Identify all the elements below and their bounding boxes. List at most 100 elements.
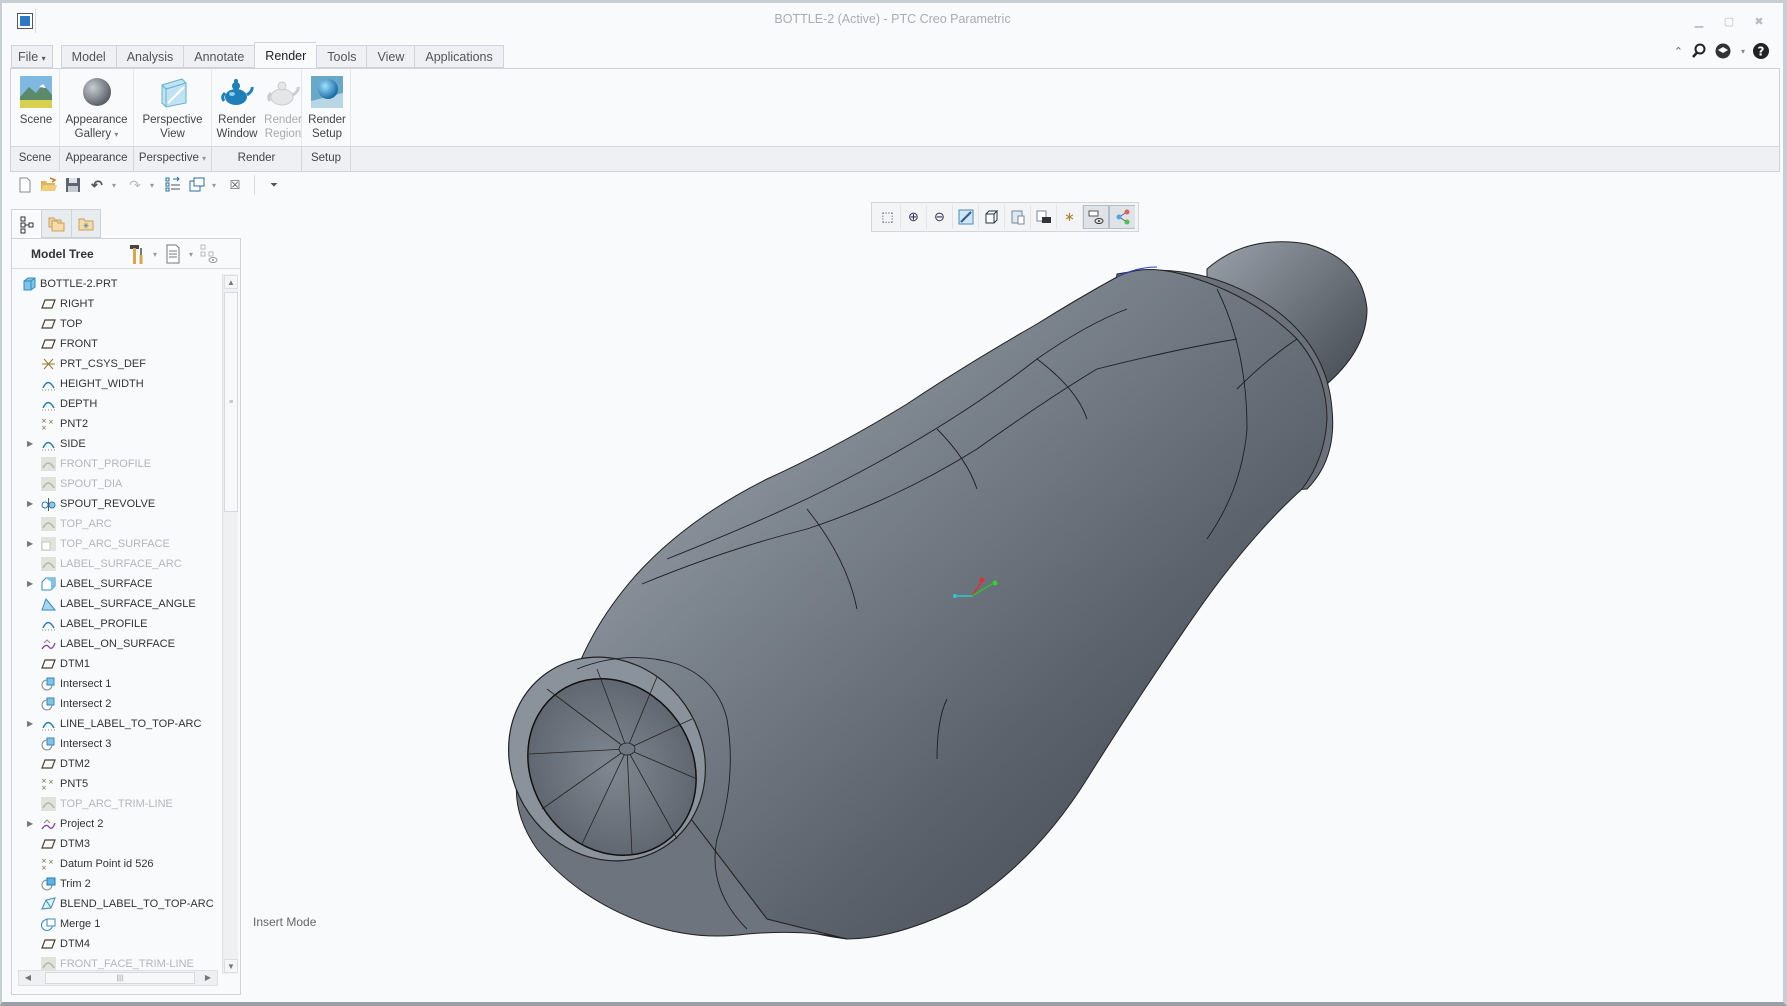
customize-toolbar-icon[interactable]: ⏷	[265, 176, 283, 194]
chevron-down-icon[interactable]: ▾	[112, 181, 120, 190]
open-folder-icon[interactable]	[40, 176, 58, 194]
group-label-perspective[interactable]: Perspective ▾	[134, 147, 212, 171]
scroll-right-icon[interactable]: ▶	[201, 971, 215, 985]
chevron-down-icon[interactable]: ▾	[153, 250, 157, 259]
expand-arrow-icon[interactable]: ▶	[27, 714, 33, 734]
save-icon[interactable]	[64, 176, 82, 194]
tree-item[interactable]: HEIGHT_WIDTH	[12, 374, 220, 394]
bottle-model[interactable]	[247, 199, 1782, 999]
tree-item[interactable]: Intersect 3	[12, 734, 220, 754]
tree-item[interactable]: LABEL_PROFILE	[12, 614, 220, 634]
scroll-down-icon[interactable]: ▼	[224, 959, 238, 973]
expand-arrow-icon[interactable]: ▶	[27, 574, 33, 594]
tab-favorites[interactable]: ✳	[71, 209, 101, 238]
close-icon[interactable]: ✖	[1753, 15, 1765, 28]
redo-icon[interactable]: ↷	[126, 176, 144, 194]
tree-item[interactable]: DTM1	[12, 654, 220, 674]
tree-horizontal-scrollbar[interactable]: ◀ |||| ▶	[18, 970, 218, 986]
spin-center-icon[interactable]	[1109, 205, 1135, 229]
undo-icon[interactable]: ↶	[88, 176, 106, 194]
show-list-icon[interactable]	[163, 243, 183, 265]
scroll-up-icon[interactable]: ▲	[224, 275, 238, 289]
learning-connector-icon[interactable]	[1715, 43, 1733, 59]
tab-model-tree[interactable]	[11, 209, 41, 239]
graphics-area[interactable]: ⬚ ⊕ ⊖ ∗ Insert Mode	[247, 199, 1782, 999]
expand-arrow-icon[interactable]: ▶	[27, 434, 33, 454]
close-window-icon[interactable]: ☒	[226, 176, 244, 194]
render-window-button[interactable]: Render Window	[214, 69, 260, 147]
scrollbar-thumb[interactable]: ||||	[45, 972, 195, 984]
tab-file[interactable]: File ▾	[11, 45, 53, 68]
zoom-in-icon[interactable]: ⊕	[901, 205, 927, 229]
tree-item[interactable]: RIGHT	[12, 294, 220, 314]
saved-orientations-icon[interactable]	[979, 205, 1005, 229]
tree-item[interactable]: BLEND_LABEL_TO_TOP-ARC	[12, 894, 220, 914]
render-setup-button[interactable]: Render Setup	[304, 69, 350, 147]
tree-item[interactable]: LABEL_ON_SURFACE	[12, 634, 220, 654]
tree-item[interactable]: ▶ TOP_ARC_SURFACE	[12, 534, 220, 554]
display-style-icon[interactable]	[1031, 205, 1057, 229]
tree-item[interactable]: Intersect 1	[12, 674, 220, 694]
tree-item[interactable]: TOP_ARC	[12, 514, 220, 534]
minimize-icon[interactable]: ▁	[1693, 15, 1705, 28]
tree-item[interactable]: × × × Datum Point id 526	[12, 854, 220, 874]
tree-item[interactable]: LABEL_SURFACE_ANGLE	[12, 594, 220, 614]
datum-display-icon[interactable]: ∗	[1057, 205, 1083, 229]
tab-model[interactable]: Model	[60, 45, 116, 68]
expand-arrow-icon[interactable]: ▶	[27, 534, 33, 554]
tree-item[interactable]: ▶ SPOUT_REVOLVE	[12, 494, 220, 514]
tree-item[interactable]: × × × PNT2	[12, 414, 220, 434]
tab-folder-browser[interactable]	[41, 209, 71, 238]
tab-annotate[interactable]: Annotate	[183, 45, 255, 68]
tree-item[interactable]: SPOUT_DIA	[12, 474, 220, 494]
tree-item[interactable]: FRONT	[12, 334, 220, 354]
tree-item[interactable]: ▶ LABEL_SURFACE	[12, 574, 220, 594]
chevron-down-icon[interactable]: ▾	[150, 181, 158, 190]
tree-item[interactable]: ▶ Project 2	[12, 814, 220, 834]
new-file-icon[interactable]	[16, 176, 34, 194]
tree-item[interactable]: FRONT_PROFILE	[12, 454, 220, 474]
maximize-icon[interactable]: ▢	[1723, 15, 1735, 28]
render-region-button[interactable]: Render Region	[260, 69, 306, 147]
tree-item[interactable]: TOP_ARC_TRIM-LINE	[12, 794, 220, 814]
appearance-gallery-button[interactable]: Appearance Gallery ▾	[62, 69, 131, 147]
help-icon[interactable]: ?	[1753, 43, 1769, 59]
tree-item[interactable]: DTM2	[12, 754, 220, 774]
refit-icon[interactable]: ⬚	[875, 205, 901, 229]
scrollbar-thumb[interactable]: ≡	[224, 292, 238, 512]
windows-icon[interactable]	[188, 176, 206, 194]
tree-filter-icon[interactable]	[199, 243, 219, 265]
minimize-ribbon-icon[interactable]: ⌃	[1674, 45, 1683, 58]
chevron-down-icon[interactable]: ▾	[212, 181, 220, 190]
tree-item[interactable]: LABEL_SURFACE_ARC	[12, 554, 220, 574]
zoom-out-icon[interactable]: ⊖	[927, 205, 953, 229]
tree-item[interactable]: DTM3	[12, 834, 220, 854]
tab-applications[interactable]: Applications	[414, 45, 504, 68]
search-icon[interactable]	[1691, 43, 1707, 59]
tree-item[interactable]: TOP	[12, 314, 220, 334]
scene-button[interactable]: Scene	[13, 69, 59, 147]
settings-hammer-icon[interactable]	[127, 243, 147, 265]
regenerate-icon[interactable]	[164, 176, 182, 194]
tree-item[interactable]: PRT_CSYS_DEF	[12, 354, 220, 374]
expand-arrow-icon[interactable]: ▶	[27, 494, 33, 514]
tab-view[interactable]: View	[366, 45, 415, 68]
tree-item[interactable]: × × × PNT5	[12, 774, 220, 794]
tab-render[interactable]: Render	[254, 42, 317, 68]
tab-tools[interactable]: Tools	[316, 45, 367, 68]
tree-root-item[interactable]: BOTTLE-2.PRT	[12, 274, 220, 294]
tree-item[interactable]: DEPTH	[12, 394, 220, 414]
tree-item[interactable]: DTM4	[12, 934, 220, 954]
chevron-down-icon[interactable]: ▾	[189, 250, 193, 259]
expand-arrow-icon[interactable]: ▶	[27, 814, 33, 834]
view-manager-icon[interactable]	[1005, 205, 1031, 229]
tree-vertical-scrollbar[interactable]: ▲ ≡ ▼	[222, 274, 238, 974]
tree-item[interactable]: ▶ SIDE	[12, 434, 220, 454]
tree-item[interactable]: ▶ LINE_LABEL_TO_TOP-ARC	[12, 714, 220, 734]
tree-item[interactable]: Trim 2	[12, 874, 220, 894]
repaint-icon[interactable]	[953, 205, 979, 229]
tab-analysis[interactable]: Analysis	[115, 45, 184, 68]
scroll-left-icon[interactable]: ◀	[21, 971, 35, 985]
chevron-down-icon[interactable]: ▾	[1741, 47, 1745, 56]
tree-item[interactable]: Merge 1	[12, 914, 220, 934]
